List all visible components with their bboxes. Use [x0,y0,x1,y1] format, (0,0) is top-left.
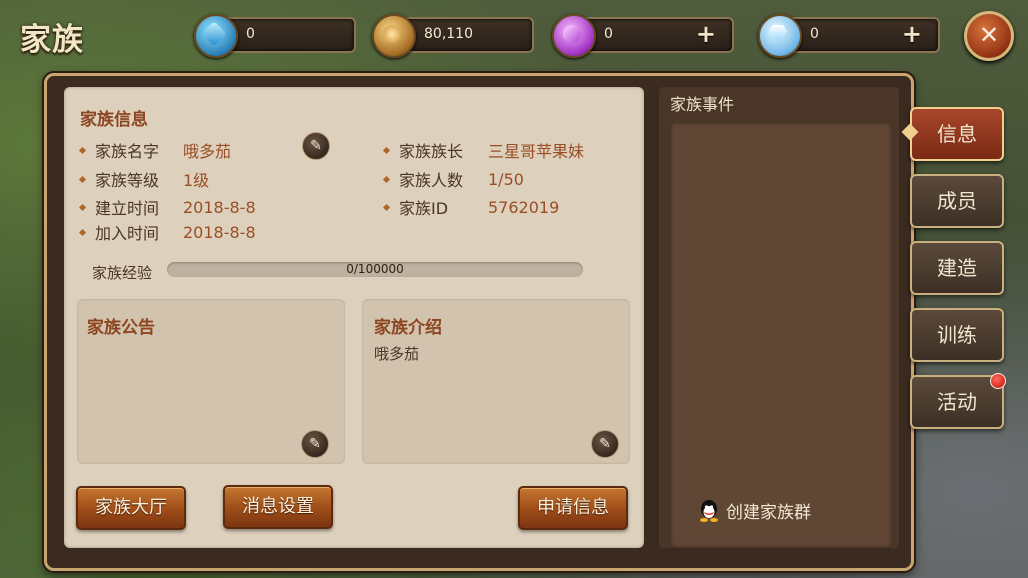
created-time-row: 建立时间 2018-8-8 [78,195,256,219]
diamond-count: 0 [810,26,819,42]
blue-gem-icon [194,14,238,58]
family-level-label: 家族等级 [95,171,160,190]
tab-info-label: 信息 [937,122,977,146]
diamond-icon [758,14,802,58]
family-exp-text: 0/100000 [346,262,404,276]
family-events-list [670,122,892,548]
family-name-label: 家族名字 [95,142,160,161]
add-diamond-button[interactable]: + [902,21,922,47]
blue-gem-count: 0 [246,26,255,42]
family-name-value: 哦多茄 [183,142,232,161]
family-id-value: 5762019 [488,197,560,217]
created-time-value: 2018-8-8 [183,197,256,217]
joined-time-label: 加入时间 [95,224,160,243]
qq-penguin-icon [700,499,718,522]
resource-bar-purple-gem: 0 + [552,14,734,58]
gold-count: 80,110 [424,26,473,42]
family-info-title: 家族信息 [80,110,148,130]
family-hall-button[interactable]: 家族大厅 [76,486,186,530]
tab-build-label: 建造 [937,256,977,280]
tab-info[interactable]: 信息 [901,107,1004,161]
family-name-row: 家族名字 哦多茄 [78,138,232,162]
family-id-row: 家族ID 5762019 [382,195,560,219]
create-family-group-label: 创建家族群 [726,503,811,523]
message-settings-button[interactable]: 消息设置 [223,485,333,529]
announcement-title: 家族公告 [87,318,155,338]
family-members-value: 1/50 [488,169,524,189]
family-members-row: 家族人数 1/50 [382,167,524,191]
resource-bar-gold: 80,110 [372,14,534,58]
edit-introduction-icon[interactable]: ✎ [591,430,619,458]
family-leader-value: 三星哥苹果妹 [488,142,585,161]
tab-activity[interactable]: 活动 [910,373,1006,429]
family-leader-label: 家族族长 [399,142,464,161]
family-level-value: 1级 [183,171,210,190]
joined-time-value: 2018-8-8 [183,222,256,242]
add-purple-gem-button[interactable]: + [696,21,716,47]
family-members-label: 家族人数 [399,171,464,190]
tab-members[interactable]: 成员 [910,174,1004,228]
joined-time-row: 加入时间 2018-8-8 [78,220,256,244]
family-exp-label: 家族经验 [92,264,153,282]
purple-gem-count: 0 [604,26,613,42]
introduction-title: 家族介绍 [374,318,442,338]
family-id-label: 家族ID [399,199,449,218]
tab-training-label: 训练 [937,323,977,347]
introduction-text: 哦多茄 [374,345,420,363]
tab-members-label: 成员 [937,189,977,213]
purple-gem-icon [552,14,596,58]
close-button[interactable]: ✕ [964,11,1014,61]
edit-announcement-icon[interactable]: ✎ [301,430,329,458]
family-events-title: 家族事件 [670,95,735,114]
resource-bar-diamond: 0 + [758,14,940,58]
created-time-label: 建立时间 [95,199,160,218]
family-exp-bar: 0/100000 [167,262,583,277]
tab-training[interactable]: 训练 [910,308,1004,362]
gold-coin-icon [372,14,416,58]
family-level-row: 家族等级 1级 [78,167,210,191]
edit-name-icon[interactable]: ✎ [302,132,330,160]
create-family-group-link[interactable]: 创建家族群 [698,498,811,523]
tab-activity-label: 活动 [937,390,977,414]
notification-dot [990,373,1006,389]
family-leader-row: 家族族长 三星哥苹果妹 [382,138,585,162]
resource-bar-blue-gem: 0 [194,14,356,58]
page-title: 家族 [20,22,84,58]
tab-build[interactable]: 建造 [910,241,1004,295]
application-info-button[interactable]: 申请信息 [518,486,628,530]
